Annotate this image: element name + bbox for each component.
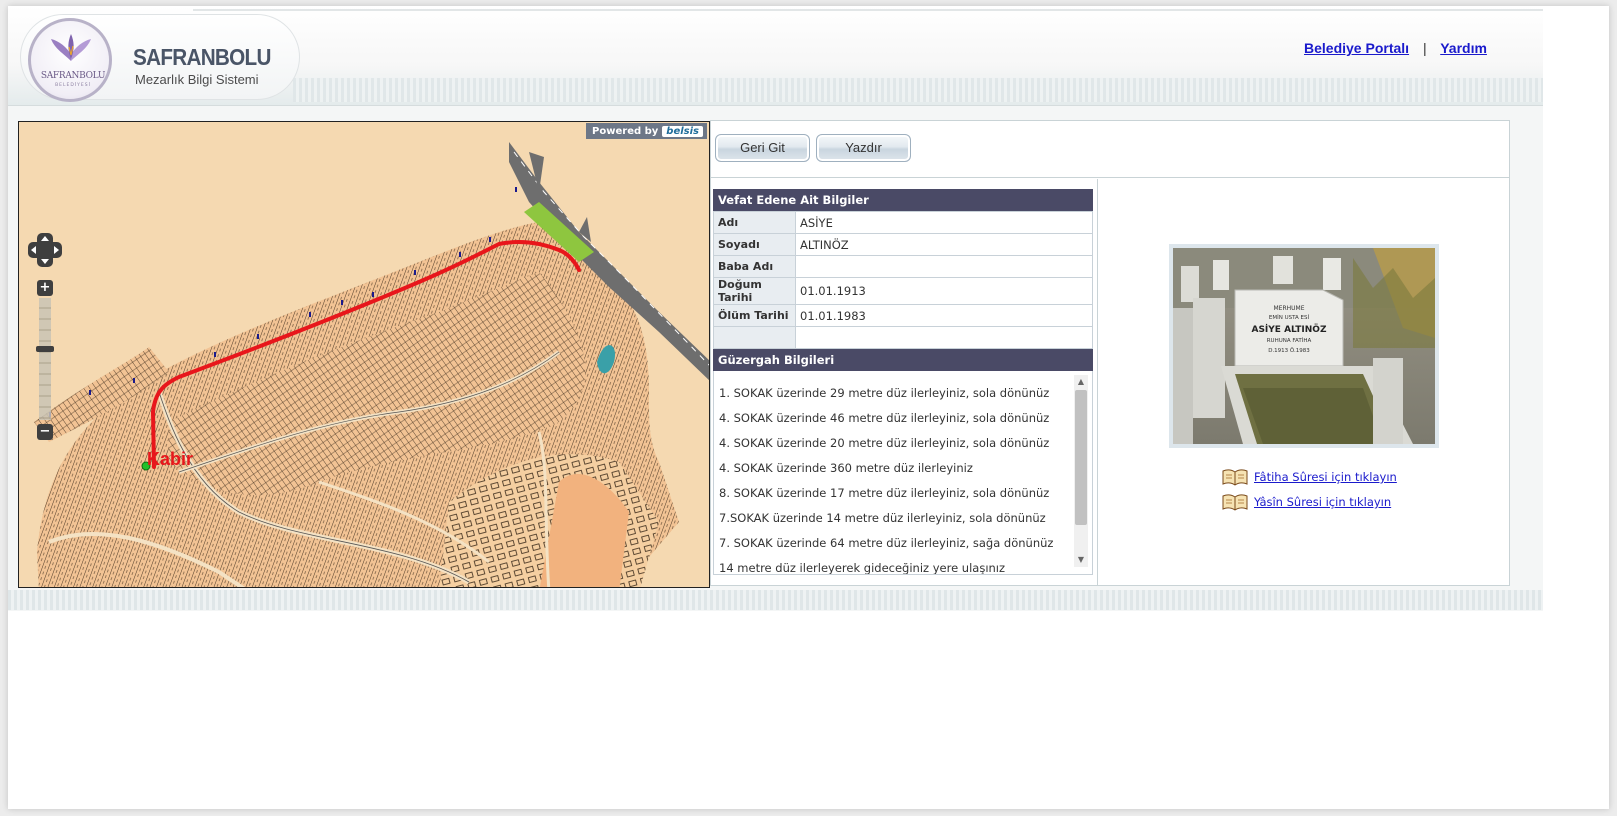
powered-by-badge[interactable]: Powered by belsis (586, 123, 707, 139)
map-canvas[interactable]: Kabir (19, 122, 710, 588)
route-step: 4. SOKAK üzerinde 20 metre düz ilerleyin… (719, 436, 1050, 450)
link-separator: | (1422, 40, 1427, 56)
page: SAFRANBOLU BELEDİYESİ SAFRANBOLU Mezarlı… (8, 6, 1609, 809)
detail-panel: Geri Git Yazdır Vefat Edene Ait Bilgiler… (710, 120, 1510, 586)
pan-control[interactable] (28, 233, 62, 267)
field-value (795, 255, 1093, 278)
map-viewport[interactable]: Kabir Powered by belsis + − (18, 121, 710, 588)
content-band-bottom (8, 590, 1543, 610)
field-value: ALTINÖZ (795, 233, 1093, 256)
gravestone-line: EMİN USTA ESİ (1269, 314, 1310, 321)
fatiha-prayer[interactable]: Fâtiha Sûresi için tıklayın (1222, 468, 1397, 486)
gravestone-image: MERHUME EMİN USTA ESİ ASİYE ALTINÖZ RUHU… (1173, 248, 1435, 444)
print-button[interactable]: Yazdır (816, 134, 911, 162)
route-list: 1. SOKAK üzerinde 29 metre düz ilerleyin… (719, 381, 1070, 575)
table-row: Adı ASİYE (713, 211, 1093, 234)
zoom-control: + − (36, 280, 54, 440)
yasin-link[interactable]: Yâsîn Sûresi için tıklayın (1254, 495, 1391, 509)
brand-subtitle: Mezarlık Bilgi Sistemi (135, 72, 259, 87)
zoom-out-button[interactable]: − (37, 424, 53, 440)
field-label: Baba Adı (713, 255, 796, 278)
table-row: Doğum Tarihi 01.01.1913 (713, 277, 1093, 305)
route-scrollbar[interactable]: ▲ ▼ (1074, 375, 1088, 567)
zoom-in-button[interactable]: + (37, 280, 53, 296)
field-value: 01.01.1983 (795, 304, 1093, 327)
gravestone-photo[interactable]: MERHUME EMİN USTA ESİ ASİYE ALTINÖZ RUHU… (1169, 244, 1439, 448)
gravestone-line: RUHUNA FATİHA (1267, 337, 1312, 344)
gravestone-line: ASİYE ALTINÖZ (1251, 324, 1326, 335)
zoom-slider-track[interactable] (39, 298, 51, 420)
field-value: ASİYE (795, 211, 1093, 234)
info-panel: Vefat Edene Ait Bilgiler Adı ASİYE Soyad… (713, 189, 1093, 575)
photo-column: MERHUME EMİN USTA ESİ ASİYE ALTINÖZ RUHU… (1097, 179, 1509, 585)
table-row (713, 326, 1093, 349)
route-step: 14 metre düz ilerleyerek gideceğiniz yer… (719, 561, 1006, 575)
route-step: 4. SOKAK üzerinde 46 metre düz ilerleyin… (719, 411, 1050, 425)
route-step: 1. SOKAK üzerinde 29 metre düz ilerleyin… (719, 386, 1050, 400)
field-value: 01.01.1913 (795, 277, 1093, 305)
field-value (795, 326, 1093, 349)
route-step: 7. SOKAK üzerinde 64 metre düz ilerleyin… (719, 536, 1054, 550)
header: SAFRANBOLU BELEDİYESİ SAFRANBOLU Mezarlı… (8, 6, 1543, 106)
grave-label: Kabir (147, 449, 193, 469)
help-link[interactable]: Yardım (1440, 40, 1487, 56)
quran-book-icon (1222, 469, 1248, 486)
table-row: Ölüm Tarihi 01.01.1983 (713, 304, 1093, 327)
fatiha-link[interactable]: Fâtiha Sûresi için tıklayın (1254, 470, 1397, 484)
belsis-logo: belsis (662, 126, 703, 137)
field-label: Adı (713, 211, 796, 234)
quran-book-icon (1222, 494, 1248, 511)
route-step: 8. SOKAK üzerinde 17 metre düz ilerleyin… (719, 486, 1050, 500)
logo[interactable]: SAFRANBOLU BELEDİYESİ (28, 18, 112, 102)
logo-subtext: BELEDİYESİ (55, 83, 91, 88)
saffron-flower-icon (51, 34, 91, 61)
yasin-prayer[interactable]: Yâsîn Sûresi için tıklayın (1222, 493, 1391, 511)
zoom-slider-thumb[interactable] (36, 346, 54, 352)
scroll-down-icon[interactable]: ▼ (1074, 553, 1088, 567)
header-topline (193, 9, 1543, 11)
route-step: 4. SOKAK üzerinde 360 metre düz ilerleyi… (719, 461, 973, 475)
gravestone-line: MERHUME (1273, 305, 1304, 312)
route-section-title: Güzergah Bilgileri (713, 349, 1093, 371)
route-step: 7.SOKAK üzerinde 14 metre düz ilerleyini… (719, 511, 1046, 525)
toolbar: Geri Git Yazdır (711, 121, 1509, 178)
scroll-up-icon[interactable]: ▲ (1074, 375, 1088, 389)
deceased-section-title: Vefat Edene Ait Bilgiler (713, 189, 1093, 211)
municipality-portal-link[interactable]: Belediye Portalı (1304, 40, 1409, 56)
back-button[interactable]: Geri Git (715, 134, 810, 162)
header-stripes (293, 78, 1543, 102)
table-row: Soyadı ALTINÖZ (713, 233, 1093, 256)
field-label (713, 326, 796, 349)
logo-text: SAFRANBOLU (40, 71, 106, 81)
field-label: Ölüm Tarihi (713, 304, 796, 327)
route-list-box[interactable]: 1. SOKAK üzerinde 29 metre düz ilerleyin… (713, 371, 1093, 575)
powered-by-text: Powered by (592, 126, 659, 137)
gravestone-line: D.1913 Ö.1983 (1268, 347, 1310, 354)
field-label: Soyadı (713, 233, 796, 256)
deceased-info-table: Adı ASİYE Soyadı ALTINÖZ Baba Adı Doğum … (713, 211, 1093, 349)
scroll-thumb[interactable] (1075, 390, 1087, 525)
table-row: Baba Adı (713, 255, 1093, 278)
brand-title: SAFRANBOLU (133, 44, 271, 70)
top-links: Belediye Portalı | Yardım (1304, 40, 1487, 56)
field-label: Doğum Tarihi (713, 277, 796, 305)
